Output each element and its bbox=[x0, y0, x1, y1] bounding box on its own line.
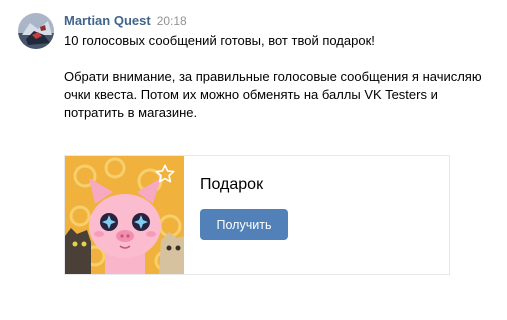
message-paragraph: Обрати внимание, за правильные голосовые… bbox=[64, 69, 482, 120]
message-header: Martian Quest 20:18 bbox=[64, 12, 187, 30]
message-paragraph: 10 голосовых сообщений готовы, вот твой … bbox=[64, 33, 375, 48]
message-text: 10 голосовых сообщений готовы, вот твой … bbox=[64, 32, 484, 122]
martian-quest-avatar[interactable] bbox=[18, 13, 54, 49]
star-outline-icon[interactable] bbox=[154, 163, 176, 185]
gift-card: Подарок Получить bbox=[64, 155, 450, 275]
message-time[interactable]: 20:18 bbox=[157, 14, 187, 28]
receive-gift-button[interactable]: Получить bbox=[200, 209, 288, 240]
gift-title: Подарок bbox=[200, 176, 264, 193]
author-name[interactable]: Martian Quest bbox=[64, 13, 151, 28]
chat-message: Martian Quest 20:18 10 голосовых сообщени… bbox=[0, 0, 507, 320]
